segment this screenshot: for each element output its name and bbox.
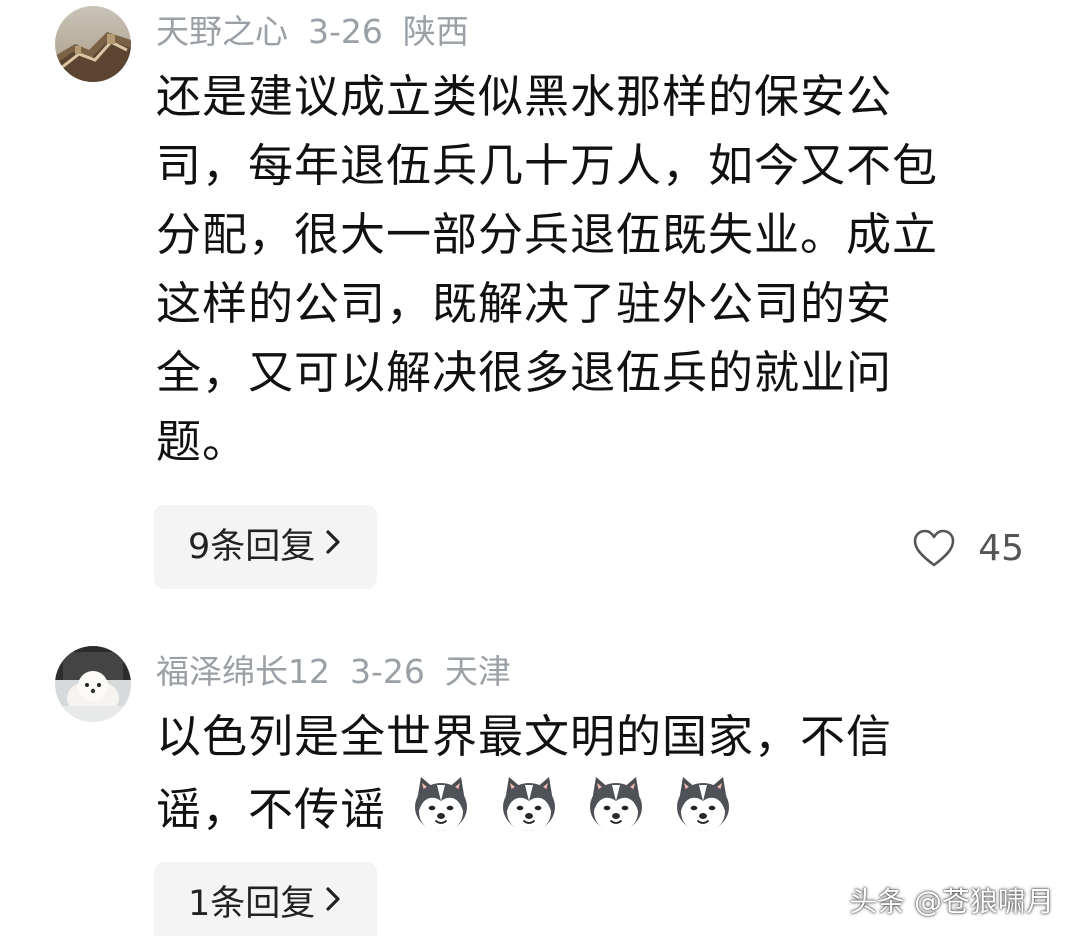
- great-wall-photo-avatar: [55, 6, 131, 82]
- husky-dog-emoji: [677, 777, 730, 831]
- reply-count-label: 1条回复: [188, 884, 316, 924]
- comment-location: 陕西: [402, 12, 469, 51]
- view-replies-button[interactable]: 9条回复: [154, 502, 378, 589]
- comment-location: 天津: [444, 652, 511, 691]
- comment-meta: 天野之心 3-26 陕西: [156, 7, 489, 57]
- white-dog-photo-avatar: [55, 646, 131, 722]
- comment-line: 题。: [156, 415, 249, 468]
- watermark: 头条 @苍狼啸月: [849, 885, 1054, 918]
- husky-dog-emoji: [415, 777, 468, 831]
- avatar[interactable]: [55, 6, 131, 82]
- comment-line: 司，每年退伍兵几十万人，如今又不包: [156, 139, 939, 192]
- comment-list: 天野之心 3-26 陕西 还是建议成立类似黑水那样的保安公 司，每年退伍兵几十万人，…: [0, 0, 1080, 936]
- username[interactable]: 福泽绵长12: [156, 652, 330, 691]
- comment-text: 还是建议成立类似黑水那样的保安公 司，每年退伍兵几十万人，如今又不包 分配，很大…: [156, 62, 1006, 476]
- comment-line: 这样的公司，既解决了驻外公司的安: [156, 277, 893, 330]
- comment-line: 分配，很大一部分兵退伍既失业。成立: [156, 208, 939, 261]
- husky-dog-emoji: [589, 777, 642, 831]
- avatar[interactable]: [55, 646, 131, 722]
- comment-line: 谣，不传谣: [156, 771, 1006, 844]
- chevron-right-icon: [325, 502, 341, 586]
- comment-line-text: 谣，不传谣: [156, 783, 387, 836]
- heart-outline-icon: [913, 529, 955, 567]
- comment-line: 以色列是全世界最文明的国家，不信: [156, 710, 893, 763]
- comment-meta: 福泽绵长12 3-26 天津: [156, 647, 531, 697]
- comment-date: 3-26: [350, 652, 425, 691]
- comment-date: 3-26: [308, 12, 383, 51]
- chevron-right-icon: [325, 859, 341, 936]
- comment-line: 全，又可以解决很多退伍兵的就业问: [156, 346, 893, 399]
- username[interactable]: 天野之心: [156, 12, 288, 51]
- like-button[interactable]: 45: [912, 518, 1024, 578]
- comment-line: 还是建议成立类似黑水那样的保安公: [156, 70, 893, 123]
- like-count: 45: [978, 527, 1024, 569]
- reply-count-label: 9条回复: [188, 527, 316, 567]
- view-replies-button[interactable]: 1条回复: [154, 859, 378, 936]
- emoji-row: [386, 777, 735, 836]
- comment-item: 天野之心 3-26 陕西 还是建议成立类似黑水那样的保安公 司，每年退伍兵几十万人，…: [0, 0, 1080, 610]
- husky-dog-emoji: [502, 777, 555, 831]
- comment-text: 以色列是全世界最文明的国家，不信 谣，不传谣: [156, 702, 1006, 844]
